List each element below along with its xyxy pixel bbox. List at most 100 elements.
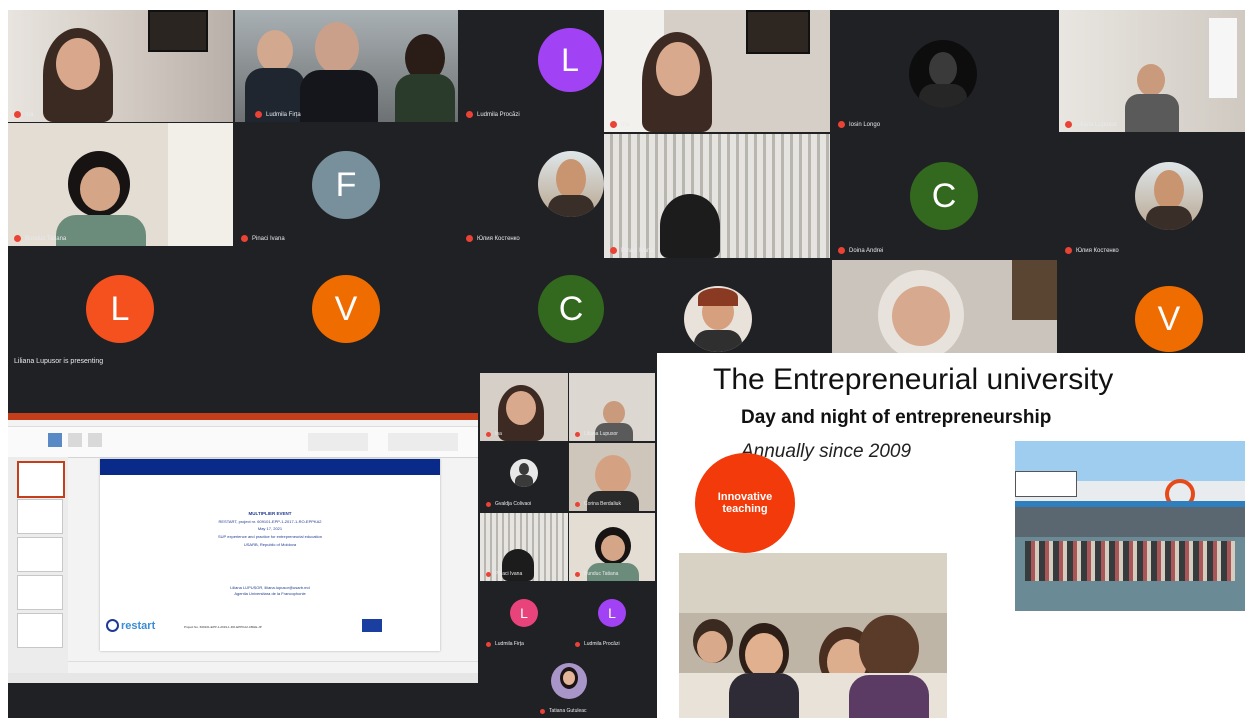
participant-name: Ludmila Procăzi: [584, 641, 620, 647]
innovative-teaching-badge: Innovative teaching: [695, 453, 795, 553]
video-tile[interactable]: Tatiana Gutuleac: [480, 653, 655, 718]
mic-muted-icon: [486, 641, 491, 647]
video-tile[interactable]: Ina: [604, 10, 830, 132]
side-participants: Ina Liliana Lupusor Gvaldja Colivaoi Cor…: [478, 371, 657, 718]
video-tile[interactable]: Ludmila Firța: [235, 10, 458, 122]
video-tile[interactable]: Liliana Lupusor: [569, 373, 655, 441]
participant-avatar[interactable]: V: [1135, 286, 1203, 352]
boat-photo: [1015, 441, 1245, 611]
slide-subtitle: Day and night of entrepreneurship: [741, 407, 1052, 428]
mic-muted-icon: [466, 111, 473, 118]
mic-muted-icon: [486, 501, 491, 507]
video-tile[interactable]: Ina: [480, 373, 568, 441]
participant-name: Юлия Костенко: [1076, 247, 1119, 254]
shared-screen[interactable]: MULTIPLIER EVENT RESTART, project nr. 60…: [8, 413, 478, 683]
participant-name: Pinaci Ivana: [252, 235, 285, 242]
mic-muted-icon: [575, 501, 580, 507]
participant-photo: [538, 151, 604, 217]
mic-muted-icon: [540, 708, 545, 714]
participant-name: Ludmila Firța: [495, 641, 524, 647]
video-tile[interactable]: C Doina Andrei: [832, 134, 1057, 258]
slide-thumbnail[interactable]: [17, 461, 65, 498]
slide-presenter-org: Agentia Universitara de la Francophonie: [234, 591, 306, 596]
participant-photo: [551, 663, 587, 699]
video-tile[interactable]: L Ludmila Firța: [480, 583, 568, 651]
mic-muted-icon: [575, 431, 580, 437]
restart-logo: restart: [106, 619, 155, 632]
slide-title: The Entrepreneurial university: [713, 363, 1114, 396]
mic-muted-icon: [486, 571, 491, 577]
video-tile[interactable]: Юлия Костенко: [460, 123, 604, 246]
mic-muted-icon: [838, 247, 845, 254]
slide-footer: Project No. 609101-EPP-1-2019-1-RO-EPPKA…: [184, 625, 262, 629]
video-tile[interactable]: Bunduc Tatiana: [569, 513, 655, 581]
logo-circle-icon: [106, 619, 119, 632]
participant-name: Tatiana Gutuleac: [549, 708, 587, 714]
mic-muted-icon: [486, 431, 491, 437]
video-tile[interactable]: Юлия Костенко: [1059, 134, 1245, 258]
video-tile[interactable]: Pinaci Ivana: [480, 513, 568, 581]
eu-flag-icon: [362, 619, 382, 632]
mic-muted-icon: [610, 121, 617, 128]
participant-avatar[interactable]: C: [538, 275, 604, 343]
video-tile[interactable]: Iosin Longo: [832, 10, 1057, 132]
slide-thumbnail[interactable]: [17, 613, 63, 648]
participant-photo: [510, 459, 538, 487]
participant-avatar: F: [312, 151, 380, 219]
video-tile[interactable]: [832, 260, 1057, 353]
video-tile[interactable]: Gvaldja Colivaoi: [480, 443, 568, 511]
participant-name: Liliana Lupusor: [584, 431, 618, 437]
video-tile[interactable]: Ina: [8, 10, 233, 122]
participant-name: Pinaci Ivana: [495, 571, 523, 577]
slide-thumbnail[interactable]: [17, 575, 63, 610]
ribbon: [8, 427, 478, 458]
video-tile[interactable]: Pinaci Ivana: [604, 134, 830, 258]
title-bar: [8, 413, 478, 420]
slide-thumbnail[interactable]: [17, 499, 63, 534]
presentation-view: Liliana Lupusor is presenting MULTIPLIER…: [8, 353, 657, 718]
video-tile[interactable]: Liliana Lupusor: [1059, 10, 1245, 132]
mic-muted-icon: [255, 111, 262, 118]
mic-muted-icon: [1065, 247, 1072, 254]
participant-name: Doina Andrei: [849, 247, 884, 254]
participant-name: Ina: [25, 111, 34, 118]
slide-line: RESTART, project nr. 609101-EPP-1-2017-1…: [218, 519, 322, 524]
entrepreneurial-slide: The Entrepreneurial university Day and n…: [657, 353, 1245, 718]
video-tile[interactable]: L Ludmila Procăzi: [569, 583, 655, 651]
slide-thumbnails: [8, 457, 68, 673]
slide-heading: MULTIPLIER EVENT: [248, 511, 292, 516]
video-tile[interactable]: F Pinaci Ivana: [235, 123, 458, 246]
mic-muted-icon: [610, 247, 617, 254]
participant-name: Iosin Longo: [849, 121, 881, 128]
participant-name: Юлия Костенко: [477, 235, 520, 242]
participant-name: Pinaci Ivana: [621, 247, 654, 254]
notes-bar: [68, 661, 478, 672]
slide-line: USARB, Republic of Moldova: [243, 542, 297, 547]
slide-thumbnail[interactable]: [17, 537, 63, 572]
meeting-grid-right: Ina Iosin Longo Liliana Lupusor Pinaci I…: [604, 10, 1245, 353]
slide-line: May 17, 2021: [257, 526, 283, 531]
mic-muted-icon: [466, 235, 473, 242]
video-tile[interactable]: Bunduc Tatiana: [8, 123, 233, 246]
video-tile[interactable]: Corina Berdaliuk: [569, 443, 655, 511]
participant-name: Bunduc Tatiana: [25, 235, 67, 242]
mic-muted-icon: [575, 641, 580, 647]
mic-muted-icon: [838, 121, 845, 128]
participant-photo[interactable]: [684, 286, 752, 352]
mic-muted-icon: [241, 235, 248, 242]
participant-name: Gvaldja Colivaoi: [495, 501, 532, 507]
mic-muted-icon: [14, 111, 21, 118]
slide-line: SUP experience and practice for entrepre…: [218, 534, 322, 539]
participant-avatar: L: [538, 28, 602, 92]
mic-muted-icon: [14, 235, 21, 242]
participant-name: Ludmila Firța: [266, 111, 301, 118]
participant-photo: [1135, 162, 1203, 230]
participant-name: Bunduc Tatiana: [584, 571, 619, 577]
participant-name: Ludmila Procăzi: [477, 111, 520, 118]
participant-name: Ina: [495, 431, 502, 437]
video-tile[interactable]: L Ludmila Procăzi: [460, 10, 604, 122]
participant-avatar[interactable]: V: [312, 275, 380, 343]
participant-avatar: L: [598, 599, 626, 627]
participant-avatar: C: [910, 162, 978, 230]
participant-avatar[interactable]: L: [86, 275, 154, 343]
